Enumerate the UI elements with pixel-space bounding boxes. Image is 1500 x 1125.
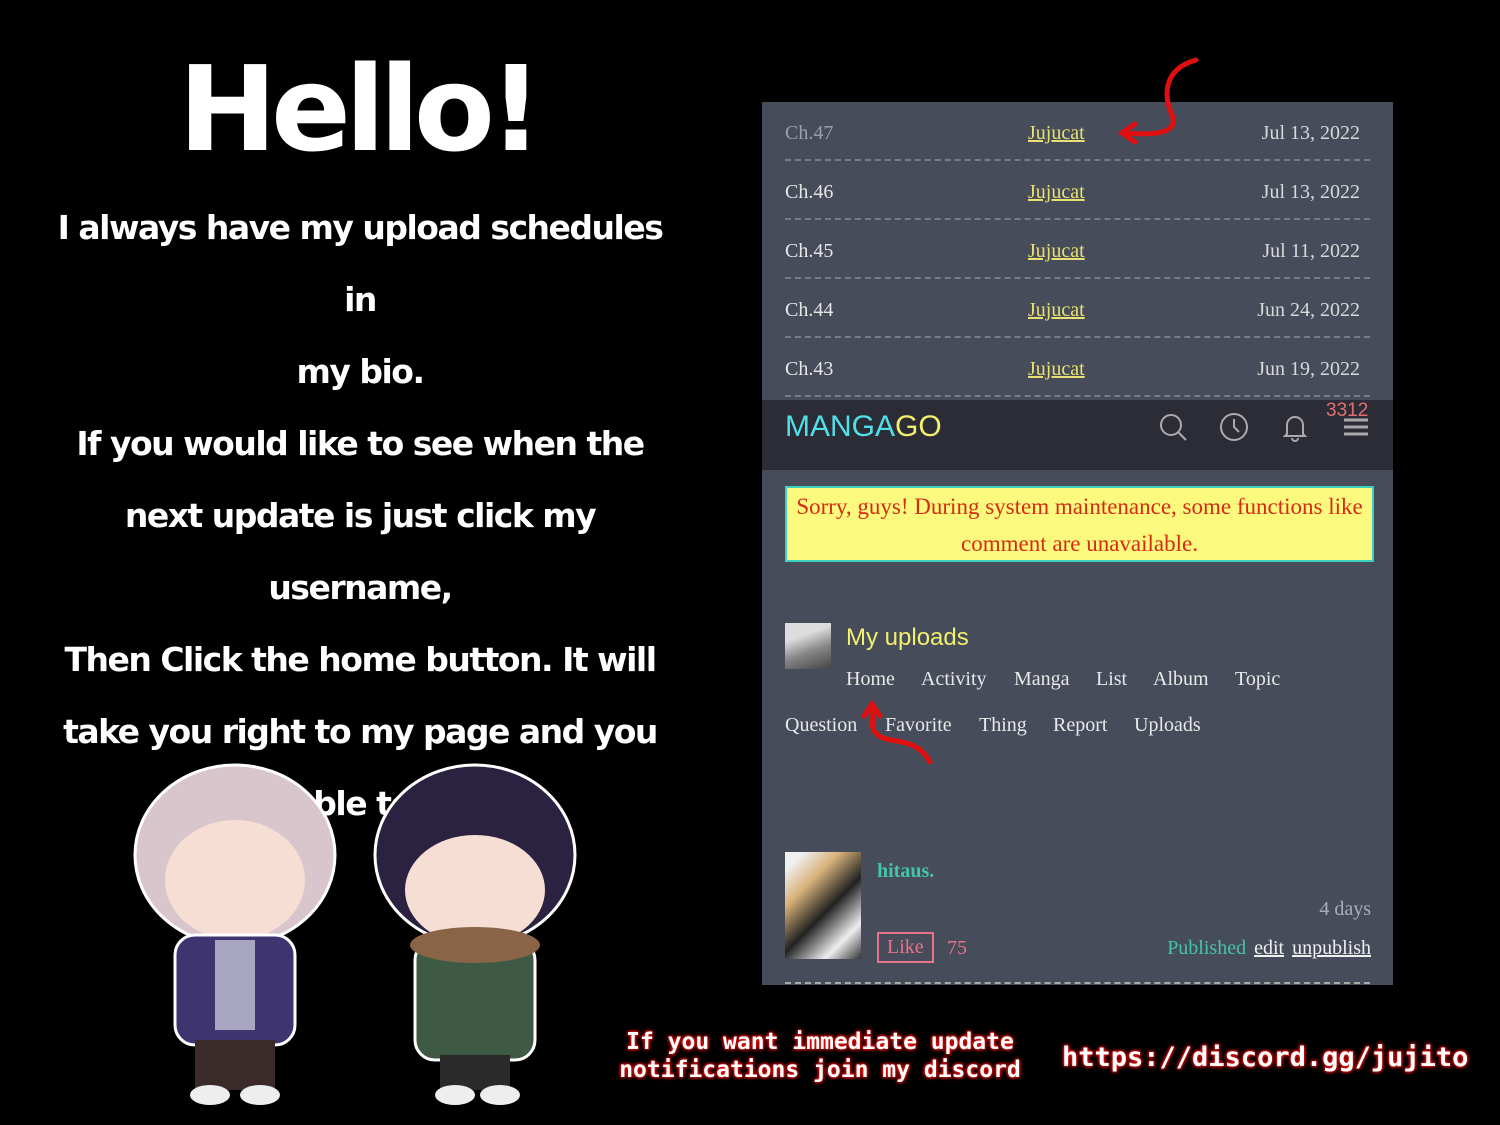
promo-line: notifications join my discord bbox=[619, 1057, 1021, 1083]
mangago-screenshot: Ch.47 Jujucat Jul 13, 2022 Ch.46 Jujucat Jul… bbox=[762, 102, 1393, 985]
msg-line: my bio. bbox=[296, 352, 425, 391]
logo-part: GO bbox=[895, 410, 942, 443]
nav-topic[interactable]: Topic bbox=[1235, 668, 1280, 691]
chibi-dark-hair bbox=[373, 763, 577, 1105]
chapter-date: Jun 24, 2022 bbox=[1257, 299, 1360, 321]
chapter-date: Jul 13, 2022 bbox=[1261, 122, 1360, 144]
chapter-row[interactable]: Ch.44 Jujucat Jun 24, 2022 bbox=[785, 279, 1370, 338]
msg-line: username, bbox=[268, 568, 453, 607]
site-header: MANGAGO 3312 bbox=[762, 400, 1393, 470]
chapter-date: Jun 19, 2022 bbox=[1257, 358, 1360, 380]
nav-manga[interactable]: Manga bbox=[1014, 668, 1070, 691]
chapter-number[interactable]: Ch.43 bbox=[785, 358, 833, 381]
publish-status: Published edit unpublish bbox=[1167, 937, 1371, 960]
promo-line: If you want immediate update bbox=[626, 1029, 1014, 1055]
divider bbox=[785, 982, 1370, 984]
chapter-row[interactable]: Ch.47 Jujucat Jul 13, 2022 bbox=[785, 102, 1370, 161]
chapter-number[interactable]: Ch.46 bbox=[785, 181, 833, 204]
chapter-number[interactable]: Ch.47 bbox=[785, 122, 833, 145]
uploader-link[interactable]: Jujucat bbox=[1028, 299, 1085, 322]
history-icon[interactable] bbox=[1219, 412, 1249, 442]
msg-line: I always have my upload schedules in bbox=[57, 208, 664, 319]
uploader-link[interactable]: Jujucat bbox=[1028, 122, 1085, 145]
uploader-link[interactable]: Jujucat bbox=[1028, 240, 1085, 263]
uploader-link[interactable]: Jujucat bbox=[1028, 181, 1085, 204]
like-count: 75 bbox=[947, 937, 967, 959]
msg-line: If you would like to see when the bbox=[76, 424, 645, 463]
chapter-number[interactable]: Ch.44 bbox=[785, 299, 833, 322]
uploader-link[interactable]: Jujucat bbox=[1028, 358, 1085, 381]
user-avatar[interactable] bbox=[785, 623, 831, 669]
chibi-light-hair bbox=[133, 763, 337, 1105]
nav-uploads[interactable]: Uploads bbox=[1134, 714, 1201, 737]
chapter-row[interactable]: Ch.46 Jujucat Jul 13, 2022 bbox=[785, 161, 1370, 220]
search-icon[interactable] bbox=[1158, 412, 1188, 442]
nav-album[interactable]: Album bbox=[1153, 668, 1209, 691]
hello-heading: Hello! bbox=[178, 40, 543, 178]
chapter-number[interactable]: Ch.45 bbox=[785, 240, 833, 263]
profile-title: My uploads bbox=[846, 624, 969, 651]
discord-promo-text: If you want immediate update notification… bbox=[600, 1028, 1040, 1084]
nav-thing[interactable]: Thing bbox=[979, 714, 1027, 737]
chapter-date: Jul 11, 2022 bbox=[1262, 240, 1360, 262]
chapter-date: Jul 13, 2022 bbox=[1261, 181, 1360, 203]
nav-home[interactable]: Home bbox=[846, 668, 895, 691]
discord-link[interactable]: https://discord.gg/jujito bbox=[1062, 1042, 1468, 1073]
nav-question[interactable]: Question bbox=[785, 714, 857, 737]
like-button[interactable]: Like bbox=[877, 932, 934, 963]
chibi-characters-illustration bbox=[133, 763, 577, 1105]
edit-link[interactable]: edit bbox=[1254, 937, 1284, 959]
maintenance-notice: Sorry, guys! During system maintenance, … bbox=[785, 486, 1374, 562]
upload-time: 4 days bbox=[1319, 898, 1371, 920]
msg-line: next update is just click my bbox=[124, 496, 597, 535]
bell-icon[interactable] bbox=[1280, 412, 1310, 442]
unpublish-link[interactable]: unpublish bbox=[1292, 937, 1371, 959]
nav-report[interactable]: Report bbox=[1053, 714, 1107, 737]
nav-favorite[interactable]: Favorite bbox=[885, 714, 952, 737]
instructions-text: I always have my upload schedules in my … bbox=[40, 192, 680, 840]
manga-cover-thumbnail[interactable] bbox=[785, 852, 861, 959]
chapter-row[interactable]: Ch.45 Jujucat Jul 11, 2022 bbox=[785, 220, 1370, 279]
status-label: Published bbox=[1167, 937, 1247, 959]
chapter-row[interactable]: Ch.43 Jujucat Jun 19, 2022 bbox=[785, 338, 1370, 397]
msg-line: Then Click the home button. It will bbox=[64, 640, 657, 679]
manga-title-link[interactable]: hitaus. bbox=[877, 860, 934, 883]
logo-part: MANGA bbox=[785, 410, 896, 443]
mangago-logo[interactable]: MANGAGO bbox=[785, 410, 942, 444]
nav-list[interactable]: List bbox=[1096, 668, 1127, 691]
notification-count[interactable]: 3312 bbox=[1326, 400, 1368, 422]
nav-activity[interactable]: Activity bbox=[921, 668, 987, 691]
